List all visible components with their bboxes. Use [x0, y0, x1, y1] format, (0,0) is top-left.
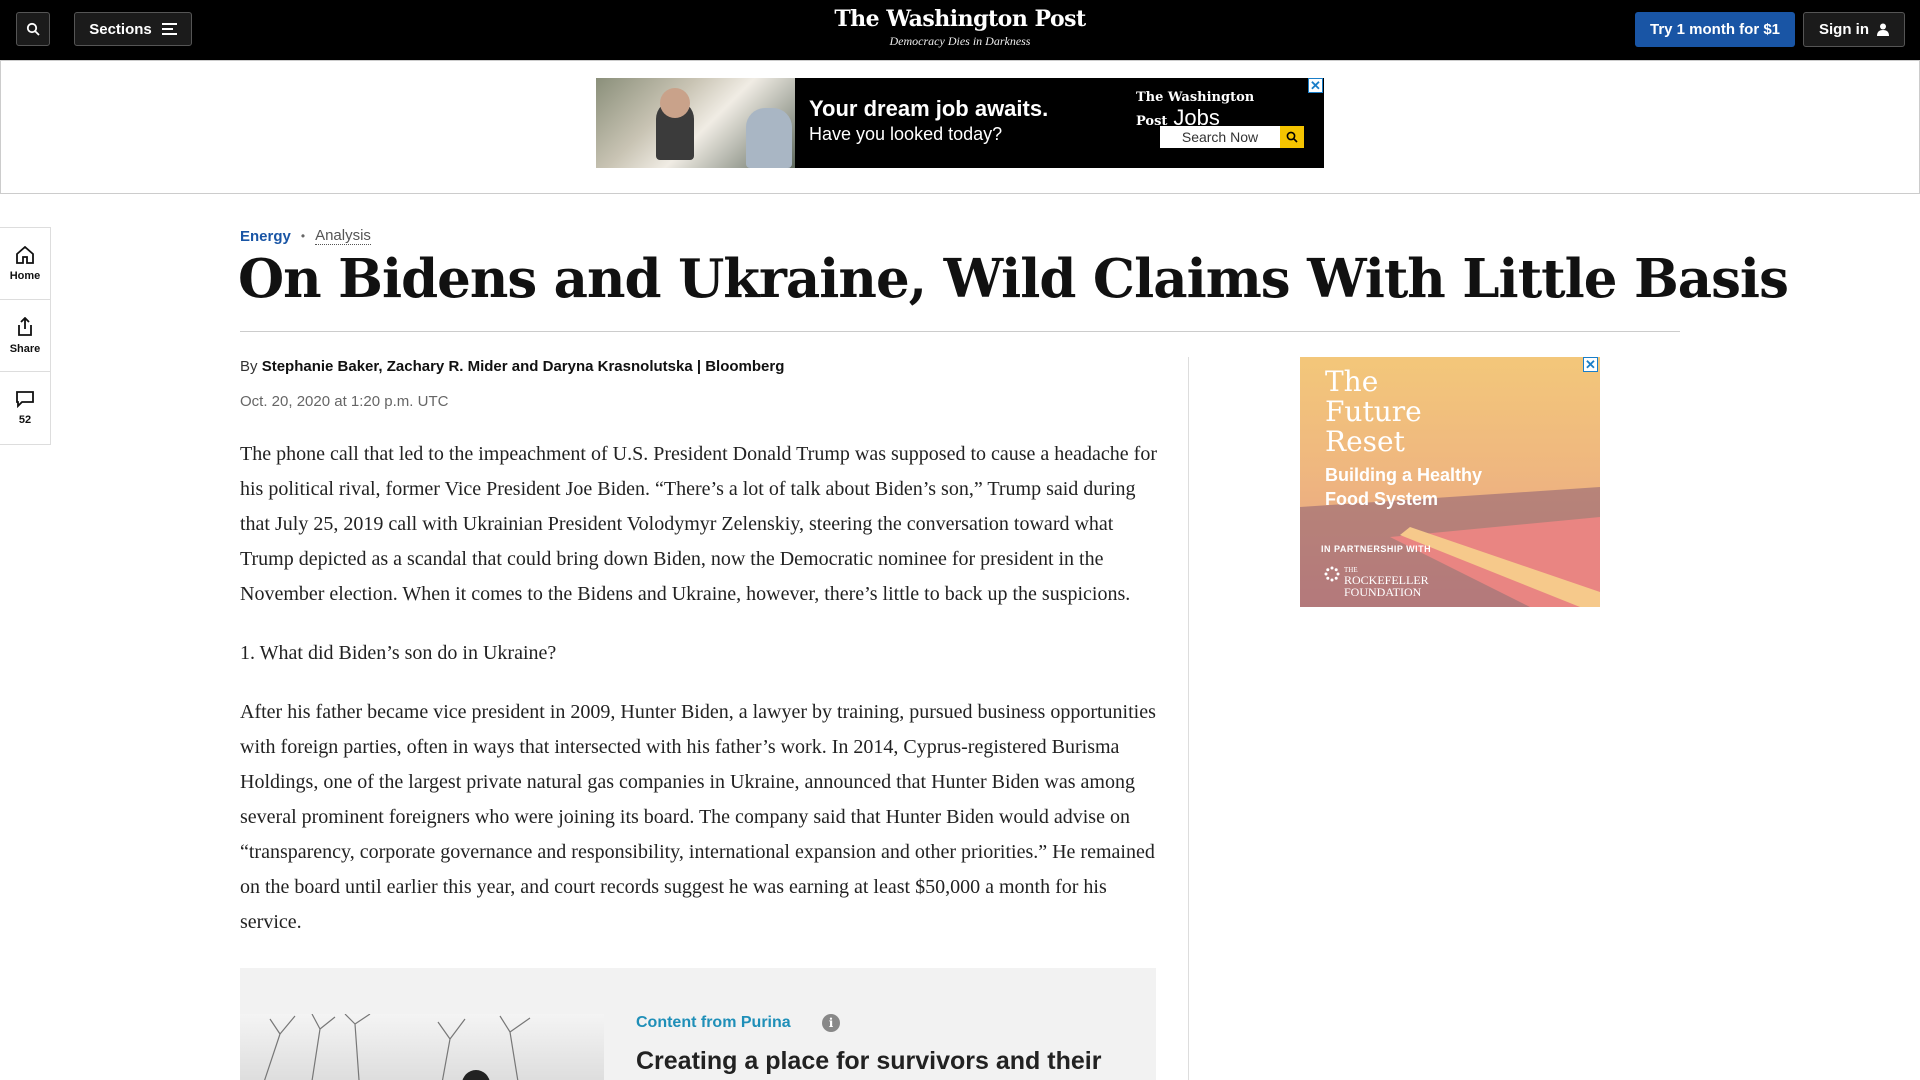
jobs-advertisement[interactable]: Your dream job awaits. Have you looked t…	[596, 78, 1324, 168]
tagline: Democracy Dies in Darkness	[889, 34, 1031, 48]
side-advertisement[interactable]: The Future Reset Building a Healthy Food…	[1300, 357, 1600, 607]
ad-org-line: FOUNDATION	[1344, 585, 1422, 599]
headline-divider	[240, 331, 1680, 332]
column-divider	[1188, 357, 1189, 1080]
ad-subline: Have you looked today?	[809, 124, 1003, 144]
article-headline: On Bidens and Ukraine, Wild Claims With …	[238, 248, 1789, 310]
article-paragraph: The phone call that led to the impeachme…	[240, 443, 1157, 605]
ad-search-button[interactable]: Search Now	[1160, 126, 1280, 148]
sign-in-button[interactable]: Sign in	[1803, 12, 1905, 47]
menu-icon	[161, 23, 177, 35]
article-kicker: Energy • Analysis	[240, 227, 371, 245]
share-icon	[18, 316, 32, 336]
site-logo[interactable]: The Washington Post Democracy Dies in Da…	[760, 6, 1160, 49]
category-link[interactable]: Energy	[240, 228, 291, 245]
ad-title-line: The	[1325, 365, 1379, 398]
ad-headline: Your dream job awaits.	[809, 96, 1049, 121]
ad-title: The Future Reset	[1325, 367, 1422, 457]
ad-org-name: THE ROCKEFELLER FOUNDATION	[1344, 567, 1429, 599]
search-icon	[1286, 131, 1298, 143]
rail-home[interactable]: Home	[0, 228, 50, 300]
rail-comments[interactable]: 52	[0, 372, 50, 444]
article-body: The phone call that led to the impeachme…	[240, 437, 1160, 964]
publish-date: Oct. 20, 2020 at 1:20 p.m. UTC	[240, 393, 449, 410]
sign-in-label: Sign in	[1819, 21, 1869, 38]
search-icon	[26, 22, 40, 36]
sponsored-content-card[interactable]: Content from Purina i Creating a place f…	[240, 968, 1156, 1080]
left-rail: Home Share 52	[0, 227, 51, 445]
byline-authors[interactable]: Stephanie Baker, Zachary R. Mider and Da…	[262, 358, 785, 375]
rail-home-label: Home	[9, 269, 41, 282]
sections-label: Sections	[89, 20, 152, 38]
ad-subtitle-line: Food System	[1325, 489, 1439, 509]
kicker-separator: •	[300, 229, 306, 243]
logo-text: The Washington Post	[834, 6, 1086, 32]
byline-prefix: By	[240, 358, 258, 375]
byline: By Stephanie Baker, Zachary R. Mider and…	[240, 358, 784, 375]
search-button[interactable]	[16, 12, 50, 46]
comment-icon	[16, 391, 34, 408]
side-ad-close-icon[interactable]: ✕	[1583, 357, 1598, 372]
info-icon[interactable]: i	[822, 1014, 840, 1032]
home-icon	[16, 245, 34, 264]
ad-brand: The Washington Post Jobs	[1136, 90, 1324, 131]
user-icon	[1877, 23, 1889, 36]
ad-title-line: Reset	[1325, 425, 1405, 458]
ad-subtitle: Building a Healthy Food System	[1325, 463, 1482, 511]
ad-photo	[596, 78, 795, 168]
rail-comments-count: 52	[18, 414, 32, 426]
rail-share-label: Share	[9, 342, 41, 355]
article-paragraph: 1. What did Biden’s son do in Ukraine?	[240, 642, 557, 664]
ad-subtitle-line: Building a Healthy	[1325, 465, 1483, 485]
ad-close-icon[interactable]: ✕	[1308, 78, 1323, 93]
sponsored-title[interactable]: Creating a place for survivors and their…	[636, 1046, 1146, 1080]
analysis-label[interactable]: Analysis	[315, 227, 371, 245]
sponsored-image	[240, 1014, 604, 1080]
rockefeller-logo-icon	[1324, 566, 1340, 582]
sponsor-label[interactable]: Content from Purina	[636, 1014, 791, 1032]
sections-button[interactable]: Sections	[74, 12, 192, 46]
top-navigation-bar: Sections The Washington Post Democracy D…	[0, 0, 1920, 60]
ad-partner-label: IN PARTNERSHIP WITH	[1321, 544, 1432, 554]
ad-title-line: Future	[1325, 395, 1422, 428]
ad-search-go[interactable]	[1280, 126, 1304, 148]
subscribe-button[interactable]: Try 1 month for $1	[1635, 12, 1795, 47]
article-paragraph: After his father became vice president i…	[240, 701, 1156, 933]
rail-share[interactable]: Share	[0, 300, 50, 372]
